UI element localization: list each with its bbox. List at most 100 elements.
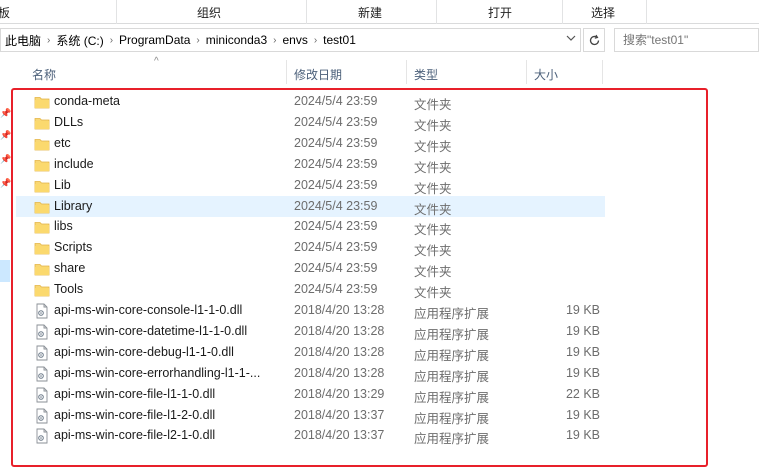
file-modified-date: 2018/4/20 13:29 — [294, 386, 385, 401]
file-row[interactable]: api-ms-win-core-console-l1-1-0.dll 2018/4… — [16, 300, 605, 321]
file-row[interactable]: api-ms-win-core-file-l2-1-0.dll 2018/4/20… — [16, 425, 605, 446]
file-row[interactable]: api-ms-win-core-file-l1-1-0.dll 2018/4/20… — [16, 384, 605, 405]
column-divider[interactable] — [406, 60, 407, 84]
breadcrumb-miniconda3[interactable]: miniconda3 — [206, 33, 267, 47]
chevron-right-icon[interactable]: › — [110, 35, 113, 46]
breadcrumb-test01[interactable]: test01 — [323, 33, 356, 47]
chevron-right-icon[interactable]: › — [273, 35, 276, 46]
column-header-date[interactable]: 修改日期 — [294, 66, 342, 83]
file-name: etc — [54, 135, 71, 150]
file-size: 19 KB — [565, 407, 600, 422]
column-header-size[interactable]: 大小 — [534, 66, 558, 83]
column-divider[interactable] — [602, 60, 603, 84]
column-divider[interactable] — [286, 60, 287, 84]
file-row[interactable]: api-ms-win-core-datetime-l1-1-0.dll 2018/… — [16, 321, 605, 342]
folder-icon — [34, 178, 50, 194]
file-name: libs — [54, 219, 73, 234]
chevron-right-icon[interactable]: › — [47, 35, 50, 46]
sort-ascending-icon: ^ — [154, 56, 159, 67]
file-type: 应用程序扩展 — [414, 327, 490, 342]
file-name: api-ms-win-core-datetime-l1-1-0.dll — [54, 323, 248, 338]
breadcrumb-envs[interactable]: envs — [282, 33, 307, 47]
search-input[interactable] — [614, 28, 759, 52]
file-type: 文件夹 — [414, 139, 452, 154]
file-row[interactable]: api-ms-win-core-errorhandling-l1-1-... 20… — [16, 363, 605, 384]
file-modified-date: 2024/5/4 23:59 — [294, 135, 378, 150]
file-modified-date: 2018/4/20 13:28 — [294, 344, 385, 359]
pin-icon[interactable]: 📌 — [0, 178, 11, 189]
navigation-pane[interactable]: 📌 📌 📌 📌 — [0, 58, 12, 469]
file-name: Tools — [54, 282, 84, 297]
dll-file-icon — [34, 345, 50, 361]
file-size: 19 KB — [565, 303, 600, 317]
file-name: conda-meta — [54, 94, 121, 108]
file-size: 19 KB — [565, 344, 600, 359]
file-type: 文件夹 — [414, 118, 452, 133]
file-type: 文件夹 — [414, 202, 452, 217]
file-modified-date: 2018/4/20 13:37 — [294, 428, 385, 443]
folder-row[interactable]: etc 2024/5/4 23:59 文件夹 — [16, 133, 605, 154]
refresh-icon — [589, 34, 599, 45]
file-modified-date: 2018/4/20 13:28 — [294, 303, 385, 317]
folder-row[interactable]: DLLs 2024/5/4 23:59 文件夹 — [16, 112, 605, 133]
folder-icon — [34, 219, 50, 235]
column-headers: ^ 名称 修改日期 类型 大小 — [16, 56, 759, 86]
file-type: 文件夹 — [414, 98, 452, 112]
folder-row[interactable]: share 2024/5/4 23:59 文件夹 — [16, 258, 605, 279]
file-type: 文件夹 — [414, 181, 452, 196]
address-row: 此电脑 › 系统 (C:) › ProgramData › miniconda3… — [0, 28, 759, 54]
folder-row[interactable]: libs 2024/5/4 23:59 文件夹 — [16, 216, 605, 237]
column-divider[interactable] — [526, 60, 527, 84]
folder-icon — [34, 157, 50, 173]
chevron-right-icon[interactable]: › — [196, 35, 199, 46]
file-modified-date: 2024/5/4 23:59 — [294, 156, 378, 171]
file-name: api-ms-win-core-debug-l1-1-0.dll — [54, 344, 234, 359]
file-name: include — [54, 156, 94, 171]
file-name: api-ms-win-core-file-l1-1-0.dll — [54, 386, 216, 401]
address-bar[interactable]: 此电脑 › 系统 (C:) › ProgramData › miniconda3… — [0, 28, 581, 52]
column-header-name[interactable]: 名称 — [32, 66, 56, 83]
file-type: 应用程序扩展 — [414, 369, 490, 384]
ribbon-group-select[interactable]: 选择 — [591, 4, 615, 21]
pin-icon[interactable]: 📌 — [0, 154, 11, 165]
ribbon-group-organize[interactable]: 组织 — [197, 4, 221, 21]
folder-icon — [34, 115, 50, 131]
folder-icon — [34, 282, 50, 298]
folder-row[interactable]: include 2024/5/4 23:59 文件夹 — [16, 154, 605, 175]
file-type: 文件夹 — [414, 265, 452, 280]
breadcrumb-programdata[interactable]: ProgramData — [119, 33, 190, 47]
file-size: 19 KB — [565, 323, 600, 338]
file-name: Library — [54, 198, 93, 213]
pin-icon[interactable]: 📌 — [0, 108, 11, 119]
column-header-type[interactable]: 类型 — [414, 66, 438, 83]
folder-icon — [34, 136, 50, 152]
folder-row[interactable]: Library 2024/5/4 23:59 文件夹 — [16, 195, 605, 217]
breadcrumb-system-drive[interactable]: 系统 (C:) — [56, 32, 103, 49]
pin-icon[interactable]: 📌 — [0, 130, 11, 141]
file-row[interactable]: api-ms-win-core-file-l1-2-0.dll 2018/4/20… — [16, 405, 605, 426]
file-name: share — [54, 261, 86, 276]
ribbon-group-open[interactable]: 打开 — [488, 4, 512, 21]
file-size: 19 KB — [565, 428, 600, 443]
dll-file-icon — [34, 303, 50, 319]
chevron-down-icon[interactable] — [566, 33, 576, 46]
file-row[interactable]: api-ms-win-core-debug-l1-1-0.dll 2018/4/2… — [16, 342, 605, 363]
ribbon-divider — [116, 0, 117, 24]
file-type: 应用程序扩展 — [414, 307, 490, 321]
refresh-button[interactable] — [583, 28, 605, 52]
file-type: 文件夹 — [414, 244, 452, 259]
chevron-right-icon[interactable]: › — [314, 35, 317, 46]
ribbon-group-clipboard[interactable]: 板 — [0, 4, 10, 21]
file-modified-date: 2018/4/20 13:28 — [294, 365, 385, 380]
ribbon-group-new[interactable]: 新建 — [358, 4, 382, 21]
file-type: 应用程序扩展 — [414, 390, 490, 405]
file-name: api-ms-win-core-file-l1-2-0.dll — [54, 407, 216, 422]
nav-selected-item[interactable] — [0, 260, 10, 282]
folder-row[interactable]: Scripts 2024/5/4 23:59 文件夹 — [16, 237, 605, 258]
ribbon-divider — [306, 0, 307, 24]
breadcrumb-this-pc[interactable]: 此电脑 — [5, 32, 41, 49]
folder-icon — [34, 261, 50, 277]
folder-row[interactable]: Lib 2024/5/4 23:59 文件夹 — [16, 175, 605, 196]
folder-row[interactable]: Tools 2024/5/4 23:59 文件夹 — [16, 279, 605, 300]
folder-row[interactable]: conda-meta 2024/5/4 23:59 文件夹 — [16, 91, 605, 112]
